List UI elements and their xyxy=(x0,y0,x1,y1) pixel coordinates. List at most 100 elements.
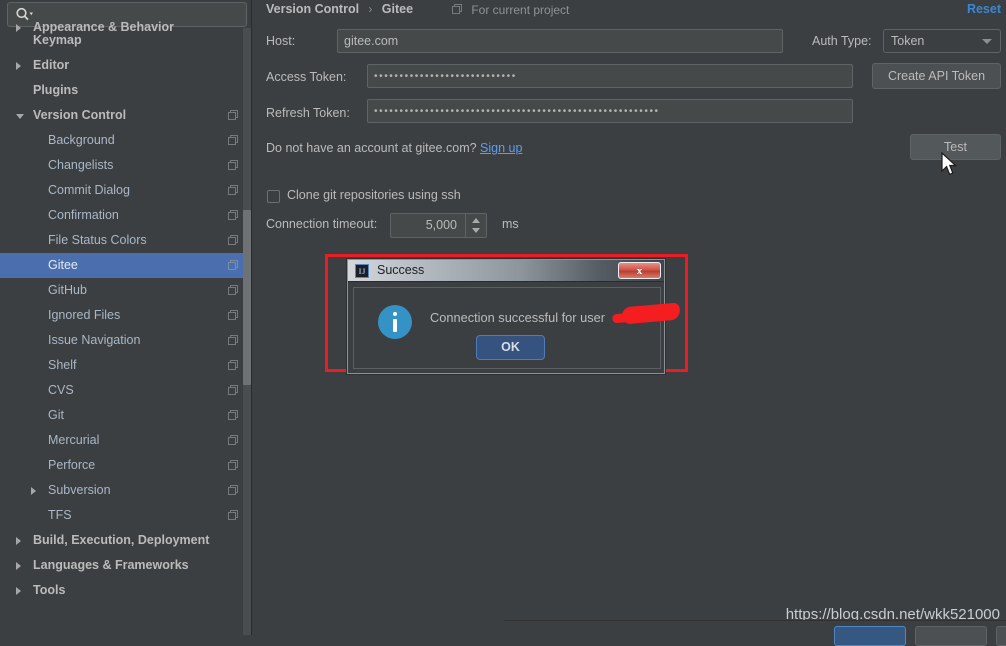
sidebar-item-changelists[interactable]: Changelists xyxy=(0,153,251,178)
sidebar-item-label: Perforce xyxy=(48,458,96,472)
sidebar-item-label: Background xyxy=(48,133,115,147)
chevron-down-icon xyxy=(982,39,992,44)
sidebar-item-plugins[interactable]: Plugins xyxy=(0,78,251,103)
chevron-right-icon[interactable] xyxy=(16,587,21,595)
clone-ssh-label[interactable]: Clone git repositories using ssh xyxy=(287,188,461,202)
create-api-token-button[interactable]: Create API Token xyxy=(872,63,1001,89)
sidebar-item-label: Tools xyxy=(33,583,66,597)
sidebar-item-label: Plugins xyxy=(33,83,79,97)
copy-settings-icon xyxy=(228,385,239,396)
dialog-ok-button[interactable]: OK xyxy=(476,335,545,360)
copy-settings-icon xyxy=(228,335,239,346)
sidebar-item-label: Version Control xyxy=(33,108,127,122)
signup-link[interactable]: Sign up xyxy=(480,141,522,155)
host-label: Host: xyxy=(266,34,296,48)
mouse-cursor xyxy=(941,152,958,176)
sidebar-item-label: Changelists xyxy=(48,158,114,172)
timeout-unit-label: ms xyxy=(502,217,519,231)
intellij-app-icon: IJ xyxy=(355,264,369,278)
sidebar-item-label: GitHub xyxy=(48,283,87,297)
copy-settings-icon xyxy=(228,160,239,171)
sidebar-item-label: Build, Execution, Deployment xyxy=(33,533,210,547)
sidebar-item-label: Issue Navigation xyxy=(48,333,141,347)
refresh-token-label: Refresh Token: xyxy=(266,106,350,120)
sidebar-item-github[interactable]: GitHub xyxy=(0,278,251,303)
sidebar-item-label: Editor xyxy=(33,58,70,72)
auth-type-value: Token xyxy=(891,34,925,48)
copy-settings-icon xyxy=(228,260,239,271)
sidebar-item-cvs[interactable]: CVS xyxy=(0,378,251,403)
sidebar-item-label: Keymap xyxy=(33,33,82,47)
info-icon xyxy=(378,305,412,339)
auth-type-select[interactable]: Token xyxy=(883,29,1001,53)
sidebar-item-shelf[interactable]: Shelf xyxy=(0,353,251,378)
copy-settings-icon xyxy=(228,110,239,121)
sidebar-item-issue-navigation[interactable]: Issue Navigation xyxy=(0,328,251,353)
sidebar-item-gitee[interactable]: Gitee xyxy=(0,253,251,278)
signup-prompt: Do not have an account at gitee.com? Sig… xyxy=(266,141,522,155)
copy-settings-icon xyxy=(228,485,239,496)
connection-timeout-stepper[interactable]: 5,000 xyxy=(390,213,487,238)
reset-link[interactable]: Reset xyxy=(967,2,1001,16)
sidebar-item-editor[interactable]: Editor xyxy=(0,53,251,78)
host-input[interactable]: gitee.com xyxy=(337,29,783,53)
copy-settings-icon xyxy=(228,435,239,446)
stepper-up-icon[interactable] xyxy=(472,218,480,223)
clone-ssh-checkbox[interactable] xyxy=(267,190,280,203)
auth-type-label: Auth Type: xyxy=(812,34,872,48)
connection-timeout-value[interactable]: 5,000 xyxy=(391,214,463,237)
copy-settings-icon xyxy=(452,4,463,15)
sidebar-item-build-execution-deployment[interactable]: Build, Execution, Deployment xyxy=(0,528,251,553)
dialog-message: Connection successful for user xyxy=(430,310,605,325)
sidebar-item-file-status-colors[interactable]: File Status Colors xyxy=(0,228,251,253)
copy-settings-icon xyxy=(228,235,239,246)
chevron-right-icon[interactable] xyxy=(31,487,36,495)
sidebar-item-tools[interactable]: Tools xyxy=(0,578,251,603)
copy-settings-icon xyxy=(228,460,239,471)
sidebar-item-perforce[interactable]: Perforce xyxy=(0,453,251,478)
settings-tree[interactable]: Appearance & Behavior Keymap Editor Plugin… xyxy=(0,20,251,635)
access-token-label: Access Token: xyxy=(266,70,347,84)
stepper-buttons[interactable] xyxy=(465,214,486,237)
dialog-content: Connection successful for user OK xyxy=(353,287,681,369)
sidebar-item-ignored-files[interactable]: Ignored Files xyxy=(0,303,251,328)
settings-sidebar: Appearance & Behavior Keymap Editor Plugin… xyxy=(0,0,251,635)
signup-question: Do not have an account at gitee.com? xyxy=(266,141,477,155)
sidebar-item-confirmation[interactable]: Confirmation xyxy=(0,203,251,228)
success-dialog: IJ Success x Connection successful for u… xyxy=(347,259,681,374)
sidebar-item-background[interactable]: Background xyxy=(0,128,251,153)
sidebar-item-label: Gitee xyxy=(48,258,78,272)
connection-timeout-label: Connection timeout: xyxy=(266,217,378,231)
dialog-titlebar[interactable]: IJ Success x xyxy=(348,260,664,282)
sidebar-scrollbar-thumb[interactable] xyxy=(243,210,251,385)
chevron-right-icon[interactable] xyxy=(16,537,21,545)
sidebar-item-tfs[interactable]: TFS xyxy=(0,503,251,528)
sidebar-item-version-control[interactable]: Version Control xyxy=(0,103,251,128)
chevron-right-icon[interactable] xyxy=(16,562,21,570)
sidebar-item-label: Languages & Frameworks xyxy=(33,558,189,572)
close-icon[interactable]: x xyxy=(618,262,661,279)
sidebar-item-keymap[interactable]: Keymap xyxy=(0,28,251,53)
chevron-down-icon[interactable] xyxy=(16,114,24,119)
access-token-input[interactable]: •••••••••••••••••••••••••••• xyxy=(367,64,853,88)
stepper-down-icon[interactable] xyxy=(472,228,480,233)
sidebar-item-mercurial[interactable]: Mercurial xyxy=(0,428,251,453)
breadcrumb-root[interactable]: Version Control xyxy=(266,2,359,16)
sidebar-item-label: File Status Colors xyxy=(48,233,147,247)
copy-settings-icon xyxy=(228,310,239,321)
dialog-button-bar xyxy=(504,621,1006,646)
sidebar-item-label: Shelf xyxy=(48,358,77,372)
project-scope-label: For current project xyxy=(471,3,570,17)
chevron-right-icon[interactable] xyxy=(16,62,21,70)
settings-ok-button[interactable] xyxy=(834,626,906,646)
refresh-token-input[interactable]: ••••••••••••••••••••••••••••••••••••••••… xyxy=(367,99,853,123)
sidebar-item-label: Mercurial xyxy=(48,433,100,447)
settings-apply-button[interactable] xyxy=(996,626,1006,646)
sidebar-item-commit-dialog[interactable]: Commit Dialog xyxy=(0,178,251,203)
sidebar-item-languages-frameworks[interactable]: Languages & Frameworks xyxy=(0,553,251,578)
sidebar-item-label: Ignored Files xyxy=(48,308,121,322)
sidebar-item-git[interactable]: Git xyxy=(0,403,251,428)
sidebar-item-subversion[interactable]: Subversion xyxy=(0,478,251,503)
sidebar-item-label: Git xyxy=(48,408,64,422)
settings-cancel-button[interactable] xyxy=(915,626,987,646)
